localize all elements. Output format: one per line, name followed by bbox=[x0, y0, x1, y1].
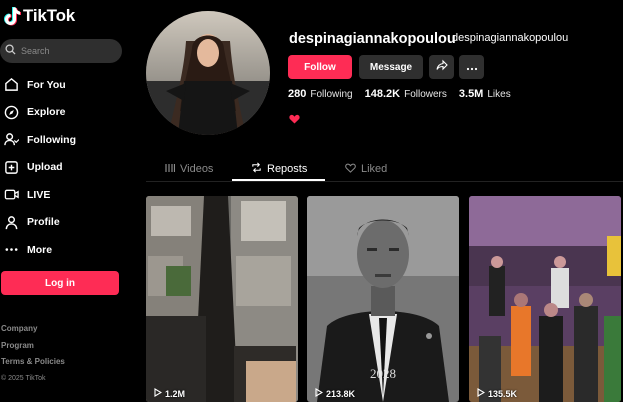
sidebar-footer: Company Program Terms & Policies © 2025 … bbox=[1, 321, 65, 387]
following-label[interactable]: Following bbox=[310, 89, 352, 100]
likes-label: Likes bbox=[487, 89, 511, 100]
repost-icon bbox=[251, 162, 262, 176]
footer-link-program[interactable]: Program bbox=[1, 338, 65, 355]
tab-label: Reposts bbox=[267, 163, 308, 175]
footer-link-company[interactable]: Company bbox=[1, 321, 65, 338]
liked-heart-icon bbox=[345, 163, 356, 176]
tabs-divider bbox=[146, 181, 623, 182]
grid-icon bbox=[165, 163, 176, 176]
profile-icon bbox=[3, 214, 19, 230]
sidebar-item-following[interactable]: Following bbox=[3, 126, 76, 154]
more-options-button[interactable] bbox=[459, 55, 484, 79]
avatar bbox=[146, 11, 270, 135]
follow-button[interactable]: Follow bbox=[288, 55, 352, 79]
share-icon bbox=[435, 58, 448, 76]
followers-count: 148.2K bbox=[364, 88, 401, 100]
profile-tabs: Videos Reposts Liked bbox=[146, 158, 598, 182]
sidebar-item-label: More bbox=[27, 243, 53, 256]
sidebar-item-for-you[interactable]: For You bbox=[3, 71, 76, 99]
sidebar: TikTok For You Explore Following bbox=[0, 0, 128, 402]
play-icon bbox=[315, 388, 324, 399]
following-count: 280 bbox=[288, 88, 307, 100]
sidebar-item-live[interactable]: LIVE bbox=[3, 181, 76, 209]
following-icon bbox=[3, 132, 19, 148]
profile-nickname: despinagiannakopoulou bbox=[452, 32, 569, 44]
sidebar-item-upload[interactable]: Upload bbox=[3, 154, 76, 182]
tab-label: Liked bbox=[361, 163, 388, 175]
sidebar-nav: For You Explore Following Upload LIVE Pr… bbox=[3, 71, 76, 264]
upload-icon bbox=[3, 159, 19, 175]
tab-reposts[interactable]: Reposts bbox=[251, 158, 307, 180]
sidebar-item-label: Following bbox=[27, 133, 76, 146]
video-card[interactable]: 2028 213.8K bbox=[307, 196, 459, 402]
sidebar-item-label: Profile bbox=[27, 216, 60, 229]
search-icon bbox=[5, 42, 16, 60]
search-input[interactable] bbox=[21, 46, 116, 56]
tab-label: Videos bbox=[180, 163, 214, 175]
live-icon bbox=[3, 187, 19, 203]
heart-icon bbox=[289, 111, 300, 129]
message-button[interactable]: Message bbox=[359, 55, 423, 79]
sidebar-item-explore[interactable]: Explore bbox=[3, 99, 76, 127]
profile-stats: 280 Following 148.2K Followers 3.5M Like… bbox=[288, 88, 523, 100]
brand-name: TikTok bbox=[23, 6, 76, 25]
video-card[interactable]: 1.2M bbox=[146, 196, 298, 402]
tiktok-logo-icon bbox=[3, 6, 21, 26]
ellipsis-icon bbox=[466, 58, 478, 76]
tab-liked[interactable]: Liked bbox=[345, 158, 387, 180]
home-icon bbox=[3, 77, 19, 93]
view-count: 135.5K bbox=[477, 388, 517, 399]
likes-count: 3.5M bbox=[458, 88, 484, 100]
video-card[interactable]: 135.5K bbox=[469, 196, 621, 402]
sidebar-item-label: For You bbox=[27, 78, 66, 91]
sidebar-item-profile[interactable]: Profile bbox=[3, 209, 76, 237]
footer-link-terms[interactable]: Terms & Policies bbox=[1, 354, 65, 371]
login-button[interactable]: Log in bbox=[1, 271, 119, 295]
sidebar-item-more[interactable]: More bbox=[3, 236, 76, 264]
tab-videos[interactable]: Videos bbox=[165, 158, 213, 180]
play-icon bbox=[154, 388, 163, 399]
followers-label[interactable]: Followers bbox=[404, 89, 447, 100]
profile-username: despinagiannakopoulou bbox=[289, 31, 456, 47]
compass-icon bbox=[3, 104, 19, 120]
video-caption-year: 2028 bbox=[370, 366, 396, 381]
sidebar-item-label: Upload bbox=[27, 161, 63, 174]
copyright: © 2025 TikTok bbox=[1, 374, 46, 382]
video-thumbnail-city-crowd bbox=[146, 196, 298, 402]
play-icon bbox=[477, 388, 486, 399]
more-icon bbox=[3, 242, 19, 258]
sidebar-item-label: Explore bbox=[27, 106, 66, 119]
video-thumbnail-arena-crowd bbox=[469, 196, 621, 402]
search-bar[interactable] bbox=[0, 39, 122, 63]
view-count: 213.8K bbox=[315, 388, 355, 399]
sidebar-item-label: LIVE bbox=[27, 188, 51, 201]
view-count: 1.2M bbox=[154, 388, 185, 399]
share-button[interactable] bbox=[429, 55, 454, 79]
tiktok-logo[interactable]: TikTok bbox=[3, 6, 75, 26]
